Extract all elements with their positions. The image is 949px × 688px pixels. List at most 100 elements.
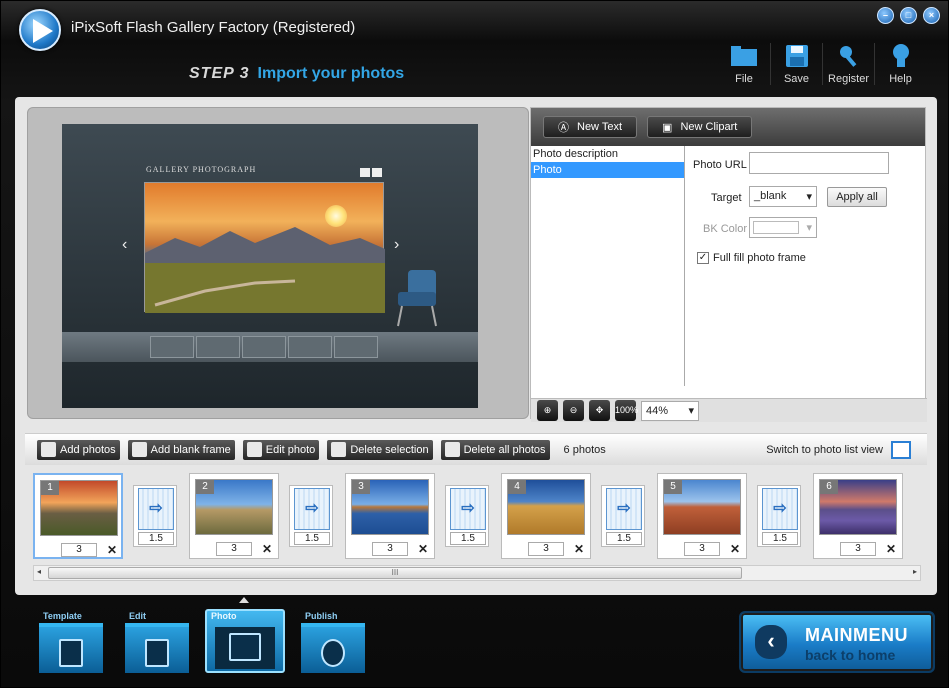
transition-icon: ⇨ [762,488,798,530]
photo-card[interactable]: 4 3 ✕ [501,473,591,559]
mainmenu-button[interactable]: ‹ MAINMENU back to home [739,611,935,673]
scroll-right-arrow-icon[interactable]: ▸ [913,567,917,576]
apply-all-button[interactable]: Apply all [827,187,887,207]
actual-size-button[interactable]: 100% [615,400,638,421]
transition-card[interactable]: ⇨ 1.5 [133,485,177,547]
nav-edit-label: Edit [129,611,146,621]
zoom-select[interactable]: 44% ▾ [641,400,699,421]
remove-photo-icon[interactable]: ✕ [574,542,584,556]
zoom-in-icon[interactable]: ⊕ [537,400,558,421]
nav-edit[interactable]: Edit [125,611,189,673]
nav-template[interactable]: Template [39,611,103,673]
close-button[interactable]: × [923,7,940,24]
prev-arrow-icon[interactable]: ‹ [122,236,127,254]
target-select[interactable]: _blank ▾ [749,186,817,207]
new-clipart-button[interactable]: ▣ New Clipart [647,116,753,138]
app-window: iPixSoft Flash Gallery Factory (Register… [0,0,949,688]
file-label: File [735,73,753,85]
add-blank-frame-button[interactable]: Add blank frame [127,439,235,460]
photo-card[interactable]: 5 3 ✕ [657,473,747,559]
delete-all-photos-label: Delete all photos [463,443,546,456]
save-label: Save [783,73,810,85]
switch-view-control[interactable]: Switch to photo list view [766,441,911,459]
transition-duration-input[interactable]: 1.5 [294,532,330,545]
zoom-out-icon[interactable]: ⊖ [563,400,584,421]
remove-photo-icon[interactable]: ✕ [107,543,117,557]
delete-all-icon [444,442,460,457]
nav-photo[interactable]: Photo [205,609,285,673]
preview-thumb[interactable] [150,336,194,358]
photo-duration-input[interactable]: 3 [840,542,876,556]
transition-duration-input[interactable]: 1.5 [762,532,798,545]
edit-photo-button[interactable]: Edit photo [242,439,320,460]
transition-card[interactable]: ⇨ 1.5 [445,485,489,547]
remove-photo-icon[interactable]: ✕ [730,542,740,556]
edit-icon [145,639,169,667]
add-photos-button[interactable]: Add photos [37,439,120,460]
minimize-button[interactable]: – [877,7,894,24]
remove-photo-icon[interactable]: ✕ [886,542,896,556]
photo-number: 2 [196,480,214,494]
preview-thumb[interactable] [288,336,332,358]
step-number: STEP 3 [189,65,250,82]
dropdown-arrow-icon: ▾ [806,222,812,234]
photo-card[interactable]: 2 3 ✕ [189,473,279,559]
bulb-icon [887,43,915,69]
transition-card[interactable]: ⇨ 1.5 [601,485,645,547]
photo-duration-input[interactable]: 3 [684,542,720,556]
transition-duration-input[interactable]: 1.5 [450,532,486,545]
maximize-button[interactable]: □ [900,7,917,24]
remove-photo-icon[interactable]: ✕ [418,542,428,556]
photo-number: 1 [41,481,59,495]
remove-photo-icon[interactable]: ✕ [262,542,272,556]
preview-thumb[interactable] [334,336,378,358]
back-arrow-icon: ‹ [755,625,787,659]
zoom-value: 44% [646,404,669,417]
scrollbar-thumb[interactable]: III [48,567,742,579]
scroll-left-arrow-icon[interactable]: ◂ [37,567,41,576]
list-item[interactable]: Photo description [531,146,684,162]
photo-card[interactable]: 1 3 ✕ [33,473,123,559]
preview-stage[interactable]: GALLERY PHOTOGRAPH ‹ › [62,124,478,408]
transition-card[interactable]: ⇨ 1.5 [757,485,801,547]
nav-photo-tile [215,627,275,669]
photo-duration-input[interactable]: 3 [528,542,564,556]
switch-view-label: Switch to photo list view [766,444,883,456]
photo-card[interactable]: 6 3 ✕ [813,473,903,559]
photo-duration-input[interactable]: 3 [372,542,408,556]
full-fill-checkbox[interactable]: ✓ [697,252,709,264]
next-arrow-icon[interactable]: › [394,236,399,254]
save-button[interactable]: Save [770,43,822,85]
preview-thumb[interactable] [196,336,240,358]
nav-publish[interactable]: Publish [301,611,365,673]
landscape-graphic [145,227,385,313]
fit-icon[interactable]: ✥ [589,400,610,421]
delete-selection-button[interactable]: Delete selection [327,439,433,460]
nav-template-label: Template [43,611,82,621]
photo-duration-input[interactable]: 3 [216,542,252,556]
chair-graphic [397,270,437,327]
photo-card[interactable]: 3 3 ✕ [345,473,435,559]
file-button[interactable]: File [718,43,770,85]
transition-duration-input[interactable]: 1.5 [606,532,642,545]
list-item[interactable]: Photo [531,162,684,178]
delete-all-photos-button[interactable]: Delete all photos [440,439,550,460]
transition-card[interactable]: ⇨ 1.5 [289,485,333,547]
properties-toolbar: Ⓐ New Text ▣ New Clipart [531,108,925,146]
new-text-button[interactable]: Ⓐ New Text [543,116,638,138]
step-title: Import your photos [257,65,405,82]
play-icon[interactable] [360,168,370,177]
mainmenu-subtitle: back to home [805,647,896,663]
add-blank-frame-label: Add blank frame [150,443,231,456]
photo-duration-input[interactable]: 3 [61,543,97,557]
photo-url-input[interactable] [749,152,889,174]
full-fill-option[interactable]: ✓ Full fill photo frame [697,252,806,264]
register-button[interactable]: Register [822,43,874,85]
preview-thumb[interactable] [242,336,286,358]
photo-strip-scrollbar[interactable]: ◂ III ▸ [33,565,921,581]
settings-icon[interactable] [372,168,382,177]
help-button[interactable]: Help [874,43,926,85]
properties-panel: Ⓐ New Text ▣ New Clipart Photo description… [530,107,927,422]
list-view-icon[interactable] [891,441,911,459]
transition-duration-input[interactable]: 1.5 [138,532,174,545]
